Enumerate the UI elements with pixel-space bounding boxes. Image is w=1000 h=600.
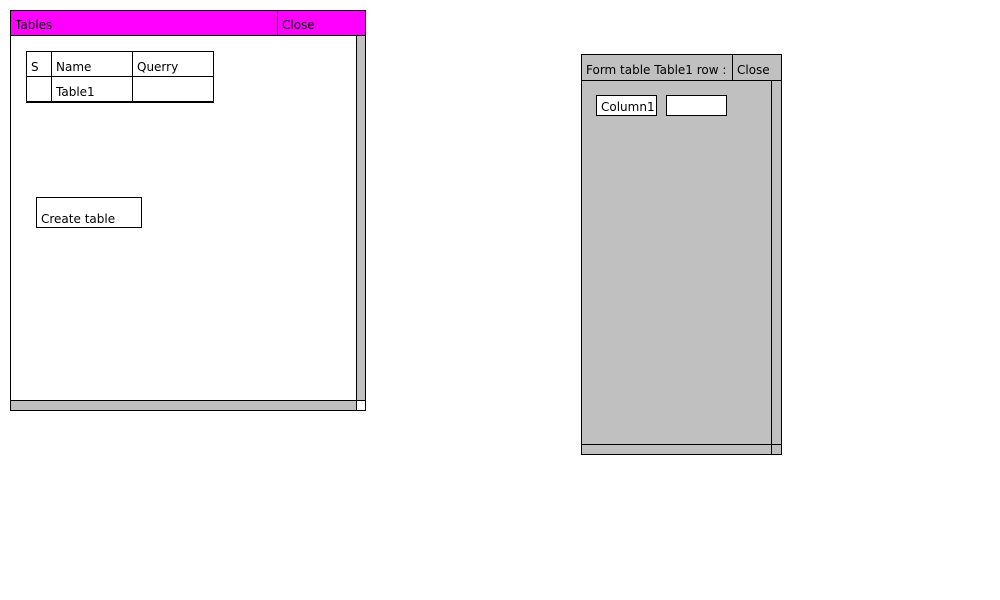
table-row-querry-cell[interactable] bbox=[132, 76, 214, 103]
table-row-name-cell[interactable]: Table1 bbox=[51, 76, 133, 103]
column-header-s[interactable]: S bbox=[26, 51, 52, 77]
tables-horizontal-scrollbar[interactable] bbox=[11, 400, 356, 410]
column-header-name[interactable]: Name bbox=[51, 51, 133, 77]
form-horizontal-scrollbar[interactable] bbox=[582, 444, 781, 454]
form-titlebar[interactable]: Form table Table1 row : Close bbox=[582, 55, 781, 81]
form-window-title: Form table Table1 row : bbox=[586, 63, 727, 77]
tables-close-button[interactable]: Close bbox=[277, 11, 365, 35]
create-table-button[interactable]: Create table bbox=[36, 197, 142, 228]
tables-vertical-scrollbar[interactable] bbox=[356, 36, 365, 400]
tables-titlebar[interactable]: Tables Close bbox=[11, 11, 365, 36]
tables-window-title: Tables bbox=[15, 18, 53, 32]
form-vertical-scrollbar[interactable] bbox=[771, 81, 781, 444]
form-window: Form table Table1 row : Close Column1 bbox=[581, 54, 782, 455]
tables-scroll-corner bbox=[356, 400, 365, 410]
table-row-select-cell[interactable] bbox=[26, 76, 52, 103]
tables-window: Tables Close S Name Querry Table1 Create… bbox=[10, 10, 366, 411]
form-close-button[interactable]: Close bbox=[732, 55, 781, 80]
column-header-querry[interactable]: Querry bbox=[132, 51, 214, 77]
column1-field-input[interactable] bbox=[666, 95, 727, 116]
column1-field-label: Column1 bbox=[596, 95, 657, 116]
form-scroll-corner bbox=[771, 444, 781, 454]
